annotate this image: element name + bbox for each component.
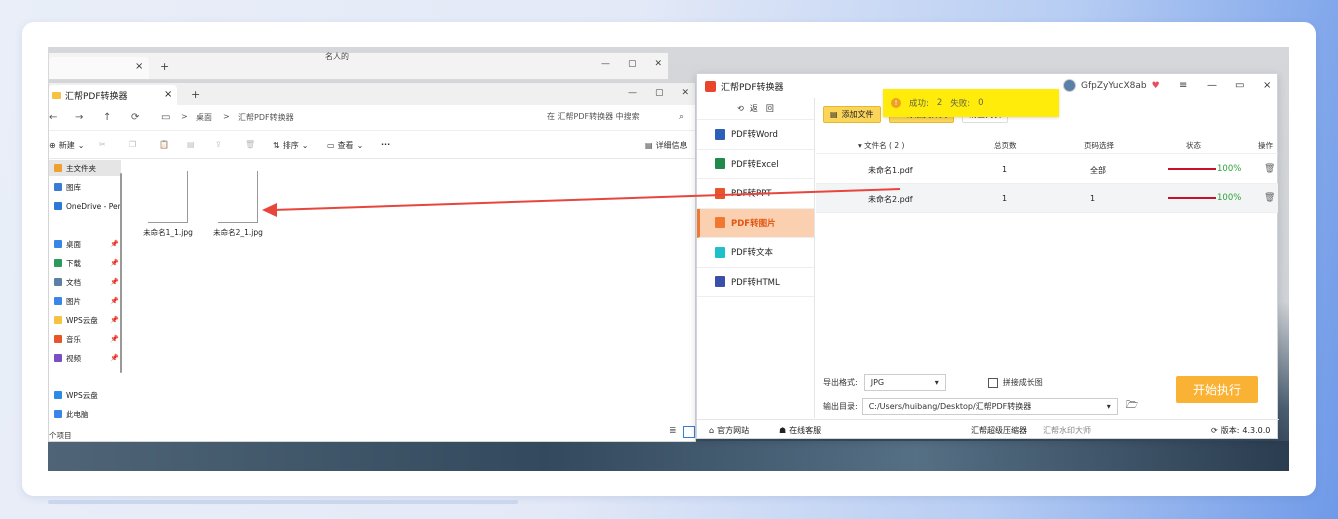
annotation-arrow [262,188,901,217]
decor-bar [48,500,518,504]
arrow-line [272,188,901,211]
arrow-head [262,203,277,217]
desktop-screenshot: 名人的 × + — ▢ ✕ 汇帮PDF转换器 × + — ▢ ✕ ← → ↑ ⟳… [48,47,1289,471]
